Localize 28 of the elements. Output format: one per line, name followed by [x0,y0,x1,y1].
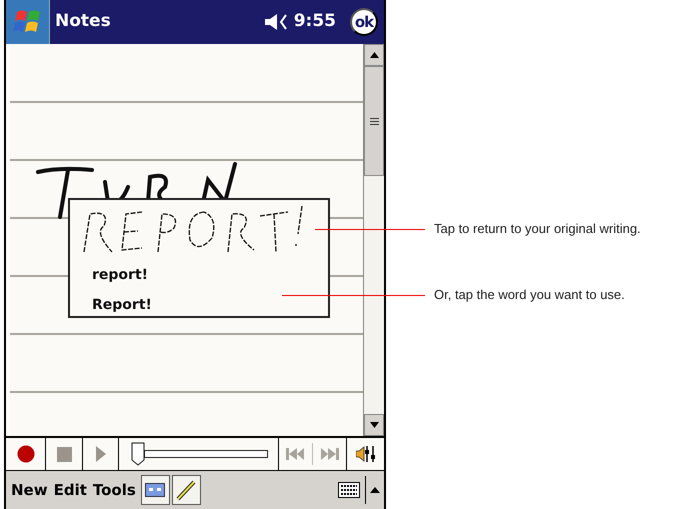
cassette-icon [145,483,166,497]
scrollbar-thumb[interactable] [364,66,384,176]
start-button[interactable] [6,0,50,44]
down-arrow-icon [370,422,378,428]
recording-toolbar-button[interactable] [140,475,170,505]
volume-icon[interactable] [356,445,376,463]
position-slider[interactable] [131,442,269,466]
keyboard-icon[interactable] [338,482,360,498]
up-arrow-icon [370,52,378,58]
stop-icon [56,446,72,462]
input-menu-arrow-icon[interactable] [370,487,380,493]
pen-icon [176,479,196,501]
callout-text: Or, tap the word you want to use. [434,288,625,301]
word-suggestion[interactable]: Report! [92,298,152,312]
grip-icon [370,118,378,124]
menu-item[interactable]: Edit [50,478,90,502]
scroll-down-button[interactable] [364,414,384,436]
clock-time[interactable]: 9:55 [294,9,336,35]
play-icon [96,446,106,462]
menu-item[interactable]: New [8,478,51,502]
menu-item[interactable]: Tools [90,478,139,502]
record-icon [16,445,34,463]
pen-button[interactable] [172,475,201,505]
word-suggestion[interactable]: report! [92,268,148,282]
scroll-up-button[interactable] [364,44,384,66]
callout-text: Tap to return to your original writing. [434,222,641,235]
ok-button[interactable]: ok [350,8,378,36]
window-title: Notes [55,10,112,34]
